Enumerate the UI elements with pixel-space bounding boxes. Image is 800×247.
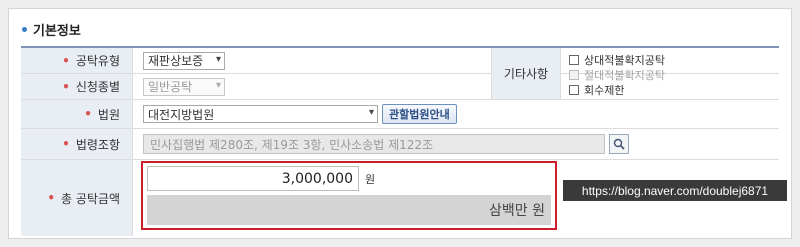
amount-label-text: 총 공탁금액 — [60, 191, 120, 206]
section-title-text: 기본정보 — [33, 24, 81, 39]
guarantee-type-value: 재판상보증 — [148, 54, 204, 68]
application-type-select[interactable]: 일반공탁 ▾ — [143, 77, 225, 96]
other-options-label-text: 기타사항 — [503, 67, 549, 81]
checkbox[interactable] — [569, 84, 579, 95]
law-search-button[interactable] — [609, 134, 629, 154]
blog-watermark: https://blog.naver.com/doublej6871 — [563, 180, 787, 201]
row-court: • 법원 대전지방법원 ▾ 관할법원안내 — [21, 100, 779, 129]
row-law: • 법령조항 민사집행법 제280조, 제19조 3항, 민사소송법 제122조 — [21, 129, 779, 160]
amount-value: 3,000,000 — [281, 170, 353, 187]
option-withdrawal-limit[interactable]: 회수제한 — [569, 82, 665, 97]
amount-korean-text: 삼백만 원 — [489, 203, 545, 219]
option-absolute-uncertain: 절대적불확지공탁 — [569, 67, 665, 82]
law-label-text: 법령조항 — [75, 137, 120, 152]
other-options-group: 상대적불확지공탁 절대적불확지공탁 회수제한 — [569, 52, 665, 97]
section-title: 기본정보 — [22, 20, 81, 39]
other-options-label: 기타사항 — [491, 48, 561, 99]
application-type-value: 일반공탁 — [148, 80, 193, 94]
amount-korean-display: 삼백만 원 — [147, 195, 551, 225]
court-value: 대전지방법원 — [148, 107, 215, 122]
required-mark: • — [47, 191, 55, 205]
row-guarantee-type: • 공탁유형 재판상보증 ▾ — [21, 48, 779, 74]
chevron-down-icon: ▾ — [215, 53, 221, 65]
guarantee-type-select[interactable]: 재판상보증 ▾ — [143, 51, 225, 70]
law-input[interactable]: 민사집행법 제280조, 제19조 3항, 민사소송법 제122조 — [143, 134, 605, 154]
required-mark: • — [84, 107, 92, 121]
amount-highlight-box: 3,000,000 원 삼백만 원 — [141, 161, 557, 230]
court-guide-button-label: 관할법원안내 — [389, 108, 450, 121]
watermark-text: https://blog.naver.com/doublej6871 — [581, 183, 769, 198]
guarantee-type-label: • 공탁유형 — [21, 48, 133, 73]
court-select[interactable]: 대전지방법원 ▾ — [143, 105, 378, 123]
required-mark: • — [62, 53, 70, 68]
checkbox — [569, 69, 579, 80]
row-application-type: • 신청종별 일반공탁 ▾ — [21, 74, 779, 100]
chevron-down-icon: ▾ — [215, 79, 221, 91]
option-label: 절대적불확지공탁 — [584, 68, 665, 82]
amount-input[interactable]: 3,000,000 — [147, 166, 359, 191]
option-label: 회수제한 — [584, 83, 625, 97]
basic-info-form: • 공탁유형 재판상보증 ▾ • 신청종별 일반공탁 ▾ 기타사항 상대적불확지… — [21, 46, 779, 236]
application-type-label-text: 신청종별 — [75, 80, 120, 94]
bullet-icon — [22, 27, 27, 32]
court-label-text: 법원 — [97, 107, 120, 122]
law-label: • 법령조항 — [21, 129, 133, 159]
guarantee-type-label-text: 공탁유형 — [75, 54, 120, 68]
law-value: 민사집행법 제280조, 제19조 3항, 민사소송법 제122조 — [150, 137, 434, 152]
court-guide-button[interactable]: 관할법원안내 — [382, 104, 457, 124]
option-relative-uncertain[interactable]: 상대적불확지공탁 — [569, 52, 665, 67]
amount-label: • 총 공탁금액 — [21, 160, 133, 236]
chevron-down-icon: ▾ — [368, 107, 374, 118]
search-icon — [613, 138, 625, 150]
application-type-label: • 신청종별 — [21, 74, 133, 99]
court-label: • 법원 — [21, 100, 133, 128]
checkbox[interactable] — [569, 54, 579, 65]
required-mark: • — [62, 79, 70, 94]
option-label: 상대적불확지공탁 — [584, 53, 665, 67]
required-mark: • — [62, 137, 70, 151]
amount-unit: 원 — [365, 173, 376, 186]
